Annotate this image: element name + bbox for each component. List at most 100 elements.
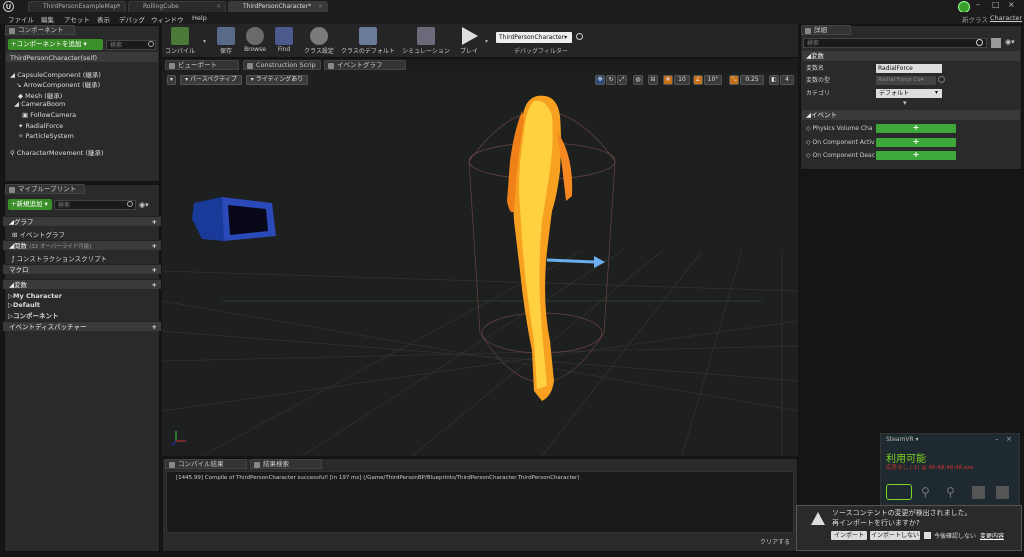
base-station-2-icon[interactable]	[996, 486, 1009, 499]
var-category-mycharacter[interactable]: ▷My Character	[8, 292, 62, 300]
tree-item-self[interactable]: ThirdPersonCharacter(self)	[10, 54, 97, 62]
add-dispatcher-icon[interactable]: +	[152, 322, 157, 332]
debug-search-icon[interactable]	[576, 33, 583, 40]
tree-item-cameraboom[interactable]: ◢ CameraBoom	[14, 100, 65, 108]
functions-section-header[interactable]: ◢関数 (32 オーバーライド可能) +	[3, 240, 161, 250]
macros-section-header[interactable]: マクロ +	[3, 264, 161, 274]
world-space-icon[interactable]: ◍	[633, 75, 643, 85]
category-select[interactable]: デフォルト	[876, 89, 942, 98]
add-graph-icon[interactable]: +	[152, 217, 157, 227]
mybp-search-input[interactable]: 検索	[54, 200, 136, 210]
headset-icon[interactable]	[886, 484, 912, 500]
close-window-icon[interactable]: ×	[1008, 0, 1015, 9]
details-search-input[interactable]: 検索	[803, 38, 987, 48]
compile-options-chevron-icon[interactable]: ▾	[203, 38, 206, 45]
controller-right-icon[interactable]: ⚲	[946, 485, 960, 499]
add-function-icon[interactable]: +	[152, 241, 157, 251]
scale-snap-icon[interactable]: ⤡	[729, 75, 739, 85]
tree-item-capsule[interactable]: ◢ CapsuleComponent (継承)	[10, 69, 101, 79]
menu-help[interactable]: Help	[192, 14, 207, 22]
variables-section-header[interactable]: ◢変数 +	[3, 279, 161, 289]
menu-window[interactable]: ウィンドウ	[151, 14, 184, 24]
close-icon[interactable]: ×	[1006, 435, 1012, 443]
minimize-icon[interactable]: –	[995, 435, 999, 443]
event-graph-item[interactable]: ⊞ イベントグラフ	[12, 229, 65, 239]
maximize-icon[interactable]: □	[992, 0, 1000, 9]
menu-file[interactable]: ファイル	[8, 14, 34, 24]
rotate-tool-icon[interactable]: ↻	[606, 75, 616, 85]
rotation-snap-icon[interactable]: ∠	[693, 75, 703, 85]
var-category-default[interactable]: ▷Default	[8, 301, 40, 309]
changes-link[interactable]: 変更内容	[980, 531, 1004, 540]
controller-left-icon[interactable]: ⚲	[921, 485, 935, 499]
grid-snap-value[interactable]: 10	[674, 75, 690, 85]
variable-section-header[interactable]: ◢変数	[802, 51, 1020, 61]
close-icon[interactable]: ×	[216, 2, 221, 12]
add-variable-icon[interactable]: +	[152, 280, 157, 290]
menu-asset[interactable]: アセット	[64, 14, 90, 24]
grid-snap-icon[interactable]: #	[663, 75, 673, 85]
minimize-icon[interactable]: –	[976, 0, 980, 9]
add-new-button[interactable]: +新規追加 ▾	[8, 199, 52, 210]
add-event-activate-button[interactable]: +	[876, 138, 956, 147]
construction-script-item[interactable]: ƒ コンストラクションスクリプト	[12, 253, 107, 263]
camera-speed-icon[interactable]: ◧	[769, 75, 779, 85]
class-settings-button[interactable]: クラス設定	[302, 25, 336, 57]
menu-edit[interactable]: 編集	[41, 14, 54, 24]
var-type-select[interactable]: Radial Force Co▾	[876, 76, 936, 85]
viewport-options-chevron-icon[interactable]: ▾	[167, 75, 176, 85]
menu-view[interactable]: 表示	[97, 14, 110, 24]
tab-my-blueprint[interactable]: マイブループリント	[5, 184, 85, 194]
property-matrix-icon[interactable]	[991, 38, 1001, 48]
save-button[interactable]: 保存	[214, 25, 238, 57]
clear-button[interactable]: クリアする	[760, 537, 790, 546]
class-defaults-button[interactable]: クラスのデフォルト	[340, 25, 396, 57]
event-section-header[interactable]: ◢イベント	[802, 110, 1020, 120]
dont-ask-checkbox[interactable]	[924, 532, 931, 539]
tab-event-graph[interactable]: イベントグラフ	[324, 60, 406, 70]
project-name[interactable]: Character	[990, 14, 1022, 22]
tab-viewport[interactable]: ビューポート	[165, 60, 239, 70]
close-icon[interactable]: ×	[116, 2, 121, 12]
viewport[interactable]	[162, 71, 798, 456]
steamvr-title[interactable]: SteamVR ▾	[886, 436, 919, 443]
tree-item-arrow[interactable]: ↘ ArrowComponent (継承)	[16, 79, 100, 89]
doc-tab-character[interactable]: ThirdPersonCharacter* ×	[228, 1, 328, 12]
simulation-button[interactable]: シミュレーション	[402, 25, 450, 57]
no-import-button[interactable]: インポートしない	[870, 531, 920, 540]
close-icon[interactable]: ×	[318, 2, 323, 12]
add-event-physics-button[interactable]: +	[876, 124, 956, 133]
graph-section-header[interactable]: ◢グラフ +	[3, 216, 161, 226]
add-component-button[interactable]: +コンポーネントを追加 ▾	[8, 39, 103, 50]
add-macro-icon[interactable]: +	[152, 265, 157, 275]
find-button[interactable]: Find	[272, 25, 296, 57]
rotation-snap-value[interactable]: 10°	[704, 75, 722, 85]
menu-debug[interactable]: デバッグ	[119, 14, 145, 24]
tree-item-particle[interactable]: ✧ ParticleSystem	[18, 132, 74, 140]
play-button[interactable]: プレイ	[456, 25, 482, 57]
dispatchers-section-header[interactable]: イベントディスパッチャー +	[3, 321, 161, 331]
translate-tool-icon[interactable]: ✥	[595, 75, 605, 85]
camera-speed-value[interactable]: 4	[780, 75, 794, 85]
lighting-button[interactable]: ▾ ライティングあり	[246, 75, 308, 85]
doc-tab-map[interactable]: ThirdPersonExampleMap* ×	[28, 1, 126, 12]
tab-find-results[interactable]: 結果検索	[250, 459, 322, 469]
tree-item-followcamera[interactable]: ▣ FollowCamera	[22, 111, 76, 119]
play-options-chevron-icon[interactable]: ▾	[485, 38, 488, 45]
tree-item-radialforce[interactable]: ✦ RadialForce	[18, 122, 63, 130]
surface-snap-icon[interactable]: ⊟	[648, 75, 658, 85]
compile-button[interactable]: コンパイル	[164, 25, 196, 57]
add-event-deactivate-button[interactable]: +	[876, 151, 956, 160]
tab-details[interactable]: 詳細	[801, 25, 851, 35]
import-button[interactable]: インポート	[831, 531, 867, 540]
expand-advanced-icon[interactable]: ▾	[903, 99, 907, 107]
tree-item-movement[interactable]: ⚲ CharacterMovement (継承)	[10, 147, 104, 157]
view-options-icon[interactable]: ◉▾	[139, 201, 149, 209]
scale-snap-value[interactable]: 0.25	[740, 75, 764, 85]
var-name-input[interactable]: RadialForce	[876, 64, 942, 73]
base-station-1-icon[interactable]	[972, 486, 985, 499]
doc-tab-rollingcube[interactable]: RollingCube ×	[128, 1, 226, 12]
tab-compiler-results[interactable]: コンパイル結果	[165, 459, 247, 469]
browse-button[interactable]: Browse	[242, 25, 268, 57]
tree-item-mesh[interactable]: ◆ Mesh (継承)	[18, 90, 62, 100]
